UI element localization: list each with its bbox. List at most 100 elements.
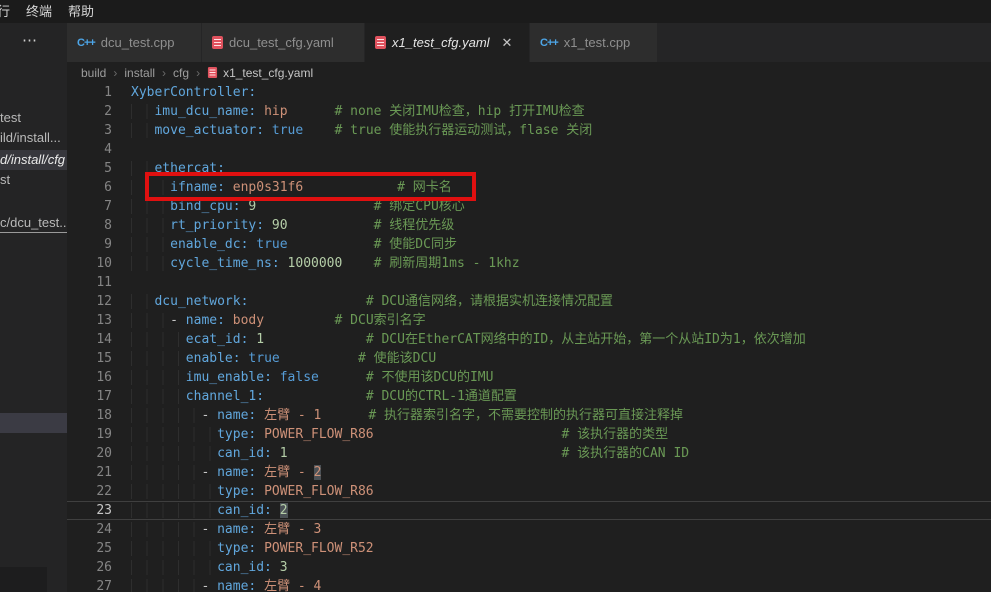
code-editor[interactable]: 1XyberController:2 imu_dcu_name: hip # n… [67, 83, 991, 592]
code-line-3[interactable]: 3 move_actuator: true # true 使能执行器运动测试，f… [67, 121, 991, 140]
token [288, 446, 562, 461]
sidebar-item-3[interactable]: st [0, 170, 67, 190]
line-number: 20 [67, 444, 112, 463]
code-line-21[interactable]: 21 - name: 左臂 - 2 [67, 463, 991, 482]
line-number: 2 [67, 102, 112, 121]
line-content: ecat_id: 1 # DCU在EtherCAT网络中的ID，从主站开始，第一… [131, 330, 806, 349]
token: rt_priority: [170, 218, 264, 233]
tab-label: dcu_test.cpp [101, 35, 175, 50]
more-actions-icon[interactable]: ⋯ [22, 31, 38, 49]
token [256, 199, 373, 214]
line-content: type: POWER_FLOW_R86 [131, 482, 374, 501]
token: # DCU在EtherCAT网络中的ID，从主站开始，第一个从站ID为1，依次增… [366, 332, 806, 347]
breadcrumb-segment-install[interactable]: install [124, 66, 155, 80]
tab-dcu_test_cfg.yaml[interactable]: dcu_test_cfg.yaml [202, 23, 365, 62]
token: # 不使用该DCU的IMU [366, 370, 494, 385]
token [131, 351, 186, 366]
code-line-12[interactable]: 12 dcu_network: # DCU通信网络，请根据实机连接情况配置 [67, 292, 991, 311]
menu-bar: 行终端帮助 [0, 0, 991, 23]
token [131, 408, 201, 423]
token [131, 237, 170, 252]
code-line-6[interactable]: 6 ifname: enp0s31f6 # 网卡名 [67, 178, 991, 197]
token [303, 180, 397, 195]
tab-x1_test.cpp[interactable]: C++x1_test.cpp [530, 23, 658, 62]
token: imu_dcu_name: [154, 104, 256, 119]
sidebar-item-0[interactable]: test [0, 108, 67, 128]
code-line-20[interactable]: 20 can_id: 1 # 该执行器的CAN ID [67, 444, 991, 463]
code-line-19[interactable]: 19 type: POWER_FLOW_R86 # 该执行器的类型 [67, 425, 991, 444]
line-number: 1 [67, 83, 112, 102]
code-line-13[interactable]: 13 - name: body # DCU索引名字 [67, 311, 991, 330]
token: enable: [186, 351, 241, 366]
code-line-24[interactable]: 24 - name: 左臂 - 3 [67, 520, 991, 539]
code-line-11[interactable]: 11 [67, 273, 991, 292]
tab-close-icon[interactable]: ✕ [500, 35, 515, 51]
breadcrumb-segment-cfg[interactable]: cfg [173, 66, 189, 80]
code-line-4[interactable]: 4 [67, 140, 991, 159]
breadcrumb-segment-build[interactable]: build [81, 66, 106, 80]
token [342, 256, 373, 271]
line-number: 5 [67, 159, 112, 178]
token [131, 104, 154, 119]
line-number: 8 [67, 216, 112, 235]
code-line-9[interactable]: 9 enable_dc: true # 使能DC同步 [67, 235, 991, 254]
token: 3 [280, 560, 288, 575]
sidebar-item-2[interactable]: d/install/cfg [0, 150, 67, 170]
code-line-14[interactable]: 14 ecat_id: 1 # DCU在EtherCAT网络中的ID，从主站开始… [67, 330, 991, 349]
line-content: - name: 左臂 - 3 [131, 520, 321, 539]
line-number: 27 [67, 577, 112, 592]
breadcrumb: build›install›cfg›x1_test_cfg.yaml [67, 62, 991, 83]
yaml-file-icon [375, 36, 386, 49]
token [131, 199, 170, 214]
code-line-25[interactable]: 25 type: POWER_FLOW_R52 [67, 539, 991, 558]
code-line-17[interactable]: 17 channel_1: # DCU的CTRL-1通道配置 [67, 387, 991, 406]
breadcrumb-file[interactable]: x1_test_cfg.yaml [223, 66, 313, 80]
tab-label: x1_test_cfg.yaml [392, 35, 490, 50]
token [131, 560, 217, 575]
menu-item-2[interactable]: 帮助 [60, 0, 102, 23]
sidebar-panel: ⋯ testild/install...d/install/cfgst c/dcu… [0, 23, 67, 592]
chevron-right-icon: › [162, 66, 166, 80]
token: enable_dc: [170, 237, 248, 252]
tab-dcu_test.cpp[interactable]: C++dcu_test.cpp [67, 23, 202, 62]
code-line-10[interactable]: 10 cycle_time_ns: 1000000 # 刷新周期1ms - 1k… [67, 254, 991, 273]
code-line-8[interactable]: 8 rt_priority: 90 # 线程优先级 [67, 216, 991, 235]
code-line-1[interactable]: 1XyberController: [67, 83, 991, 102]
code-line-27[interactable]: 27 - name: 左臂 - 4 [67, 577, 991, 592]
code-line-2[interactable]: 2 imu_dcu_name: hip # none 关闭IMU检查，hip 打… [67, 102, 991, 121]
code-line-18[interactable]: 18 - name: 左臂 - 1 # 执行器索引名字，不需要控制的执行器可直接… [67, 406, 991, 425]
code-line-16[interactable]: 16 imu_enable: false # 不使用该DCU的IMU [67, 368, 991, 387]
code-line-26[interactable]: 26 can_id: 3 [67, 558, 991, 577]
token: # 使能DC同步 [374, 237, 457, 252]
line-number: 15 [67, 349, 112, 368]
token: name: [217, 465, 256, 480]
menu-item-1[interactable]: 终端 [18, 0, 60, 23]
token: # 网卡名 [397, 180, 452, 195]
token: 1 [256, 332, 264, 347]
line-number: 6 [67, 178, 112, 197]
tab-x1_test_cfg.yaml[interactable]: x1_test_cfg.yaml ✕ [365, 23, 530, 62]
token [256, 541, 264, 556]
code-line-15[interactable]: 15 enable: true # 使能该DCU [67, 349, 991, 368]
line-number: 26 [67, 558, 112, 577]
token: imu_enable: [186, 370, 272, 385]
code-line-23[interactable]: 23 can_id: 2 [67, 501, 991, 520]
sidebar-highlight-row[interactable] [0, 413, 67, 433]
line-content: type: POWER_FLOW_R86 # 该执行器的类型 [131, 425, 668, 444]
code-line-7[interactable]: 7 bind_cpu: 9 # 绑定CPU核心 [67, 197, 991, 216]
line-number: 12 [67, 292, 112, 311]
menu-item-0[interactable]: 行 [0, 0, 18, 23]
token: enp0s31f6 [233, 180, 303, 195]
token [131, 256, 170, 271]
token [131, 313, 170, 328]
line-content: can_id: 3 [131, 558, 288, 577]
sidebar-item-1[interactable]: ild/install... [0, 128, 67, 148]
sidebar-item-4[interactable]: c/dcu_test... [0, 213, 67, 233]
token: # 刷新周期1ms - 1khz [374, 256, 520, 271]
code-line-22[interactable]: 22 type: POWER_FLOW_R86 [67, 482, 991, 501]
code-line-5[interactable]: 5 ethercat: [67, 159, 991, 178]
token [264, 332, 366, 347]
token [264, 123, 272, 138]
chevron-right-icon: › [196, 66, 200, 80]
token: name: [217, 408, 256, 423]
